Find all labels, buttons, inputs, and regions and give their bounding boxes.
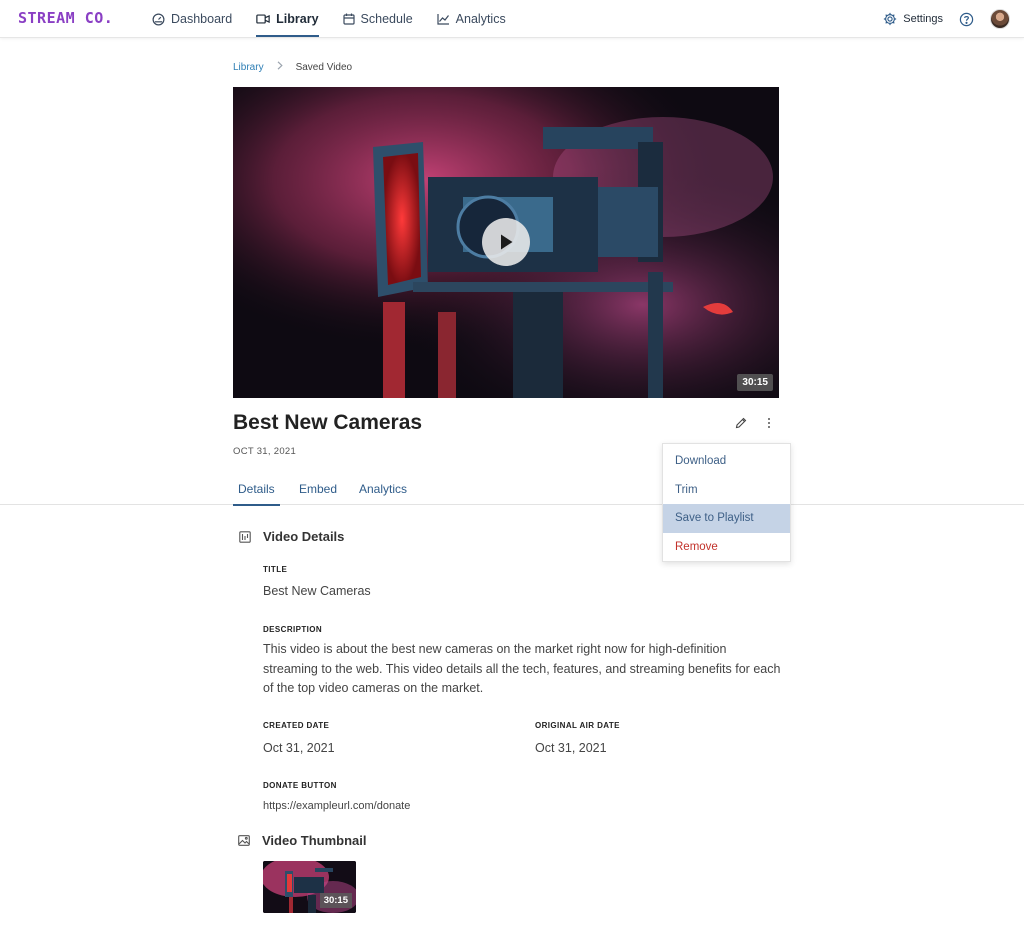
- pencil-icon: [735, 417, 747, 429]
- more-options-button[interactable]: [763, 417, 775, 431]
- video-date: OCT 31, 2021: [233, 446, 297, 457]
- play-button[interactable]: [482, 218, 530, 266]
- tab-analytics[interactable]: Analytics: [359, 472, 407, 505]
- nav-item-dashboard[interactable]: Dashboard: [152, 0, 232, 38]
- menu-item-download[interactable]: Download: [663, 447, 790, 476]
- nav-item-library[interactable]: Library: [256, 0, 319, 38]
- video-thumbnail-heading: Video Thumbnail: [238, 833, 367, 848]
- play-icon: [501, 234, 513, 250]
- nav-label: Library: [276, 12, 319, 26]
- menu-item-save-to-playlist[interactable]: Save to Playlist: [663, 504, 790, 533]
- video-details-heading: Video Details: [239, 529, 344, 544]
- nav-item-analytics[interactable]: Analytics: [437, 0, 506, 38]
- detail-tabs: Details Embed Analytics: [0, 472, 1024, 506]
- more-vertical-icon: [768, 418, 770, 428]
- nav-label: Analytics: [455, 12, 506, 26]
- calendar-icon: [342, 13, 355, 25]
- app-logo[interactable]: STREAM CO.: [18, 9, 113, 27]
- created-date-value: Oct 31, 2021: [263, 741, 335, 755]
- line-chart-icon: [437, 14, 449, 25]
- page-title: Best New Cameras: [233, 411, 423, 434]
- nav-label: Dashboard: [171, 12, 233, 26]
- donate-label: DONATE BUTTON: [263, 781, 337, 790]
- description-value: This video is about the best new cameras…: [263, 642, 781, 695]
- menu-item-trim[interactable]: Trim: [663, 476, 790, 505]
- section-heading-text: Video Thumbnail: [262, 833, 367, 848]
- breadcrumb: Library Saved Video: [233, 61, 352, 73]
- duration-badge: 30:15: [737, 374, 773, 391]
- top-right-actions: Settings: [883, 0, 1010, 38]
- details-icon: [239, 530, 251, 543]
- menu-item-remove[interactable]: Remove: [663, 533, 790, 562]
- nav-item-schedule[interactable]: Schedule: [342, 0, 413, 38]
- created-date-label: CREATED DATE: [263, 721, 330, 730]
- help-button[interactable]: [959, 12, 974, 27]
- edit-button[interactable]: [735, 417, 749, 431]
- video-thumbnail[interactable]: 30:15: [263, 861, 356, 913]
- title-label: TITLE: [263, 565, 288, 574]
- thumbnail-duration-badge: 30:15: [319, 893, 352, 908]
- air-date-value: Oct 31, 2021: [535, 741, 607, 755]
- description-label: DESCRIPTION: [263, 625, 323, 634]
- help-icon: [959, 12, 974, 26]
- video-icon: [256, 14, 270, 24]
- section-heading-text: Video Details: [263, 529, 345, 544]
- settings-button[interactable]: Settings: [883, 12, 943, 26]
- video-player[interactable]: 30:15: [233, 87, 779, 398]
- breadcrumb-current: Saved Video: [295, 61, 353, 73]
- more-options-menu: Download Trim Save to Playlist Remove: [662, 443, 791, 562]
- tab-details[interactable]: Details: [233, 472, 280, 506]
- gauge-icon: [152, 13, 165, 25]
- avatar[interactable]: [990, 9, 1010, 29]
- donate-value: https://exampleurl.com/donate: [263, 800, 411, 812]
- chevron-right-icon: [277, 61, 283, 73]
- nav-label: Schedule: [360, 12, 413, 26]
- title-value: Best New Cameras: [263, 584, 371, 598]
- breadcrumb-library-link[interactable]: Library: [233, 62, 264, 73]
- gear-icon: [884, 12, 897, 26]
- main-nav: Dashboard Library Schedule Analytics: [152, 0, 530, 38]
- settings-label: Settings: [903, 13, 943, 25]
- image-icon: [238, 835, 250, 846]
- tab-embed[interactable]: Embed: [299, 472, 337, 505]
- top-bar: STREAM CO. Dashboard Library Schedule An…: [0, 0, 1024, 38]
- air-date-label: ORIGINAL AIR DATE: [535, 721, 620, 730]
